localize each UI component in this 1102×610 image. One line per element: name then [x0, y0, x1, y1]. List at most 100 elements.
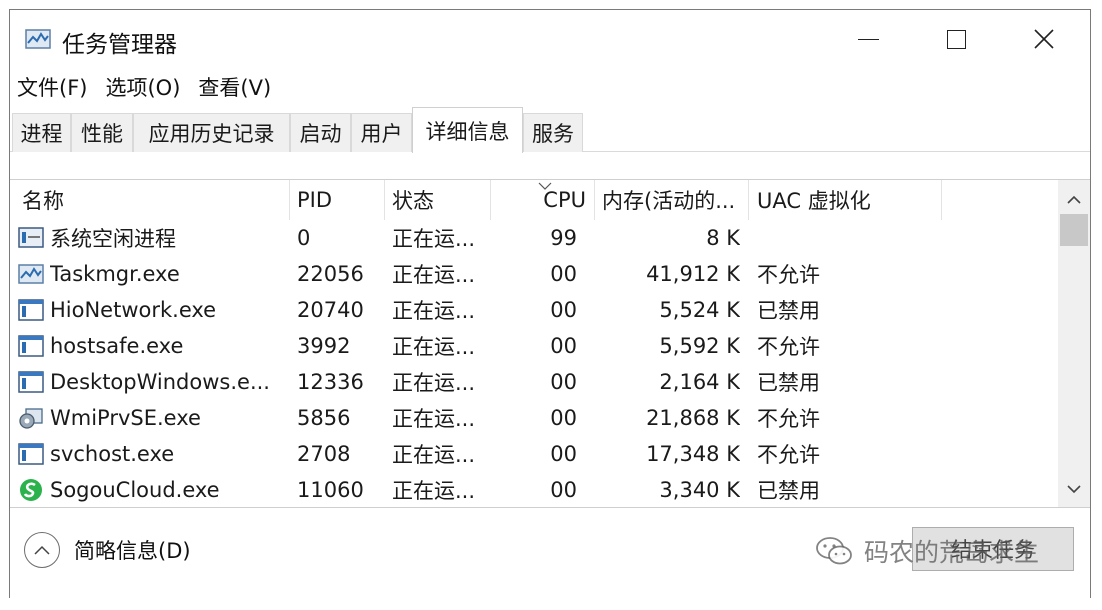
process-cpu: 00: [550, 442, 577, 466]
process-pid: 2708: [297, 442, 351, 466]
task-manager-window: 任务管理器 文件(F) 选项(O) 查看(V) 进程 性能 应用历史记录 启动 …: [9, 9, 1091, 599]
table-row[interactable]: hostsafe.exe 3992 正在运... 00 5,592 K 不允许: [10, 328, 1058, 364]
system-idle-icon: [18, 227, 44, 248]
column-header-pid[interactable]: PID: [290, 180, 385, 220]
process-memory: 8 K: [706, 226, 740, 250]
column-header-name[interactable]: 名称: [10, 180, 290, 220]
tab-strip: 进程 性能 应用历史记录 启动 用户 详细信息 服务: [10, 107, 1090, 153]
process-cpu: 00: [550, 334, 577, 358]
tab-app-history[interactable]: 应用历史记录: [133, 113, 290, 152]
process-details-table: 名称 PID 状态 CPU 内存(活动的... UAC 虚拟化 系统空闲进程 0…: [10, 180, 1090, 507]
process-status: 正在运...: [392, 335, 476, 359]
app-window-icon: [18, 443, 44, 465]
process-uac: 不允许: [757, 263, 820, 287]
fewer-details-button[interactable]: [24, 532, 60, 568]
process-cpu: 00: [550, 298, 577, 322]
process-status: 正在运...: [392, 227, 476, 251]
scroll-up-button[interactable]: [1058, 182, 1090, 216]
process-cpu: 00: [550, 262, 577, 286]
table-row[interactable]: Taskmgr.exe 22056 正在运... 00 41,912 K 不允许: [10, 256, 1058, 292]
tab-processes[interactable]: 进程: [12, 113, 71, 152]
app-window-icon: [18, 299, 44, 321]
chevron-up-icon: [1067, 195, 1081, 204]
process-memory: 5,592 K: [659, 334, 740, 358]
menu-view[interactable]: 查看(V): [198, 72, 271, 102]
process-status: 正在运...: [392, 479, 476, 503]
sogou-icon: [20, 479, 42, 501]
process-status: 正在运...: [392, 443, 476, 467]
minimize-icon: [857, 38, 879, 40]
process-name: SogouCloud.exe: [50, 478, 220, 502]
process-status: 正在运...: [392, 299, 476, 323]
table-row[interactable]: svchost.exe 2708 正在运... 00 17,348 K 不允许: [10, 436, 1058, 472]
scrollbar-thumb[interactable]: [1060, 214, 1088, 246]
chevron-down-icon: [1067, 484, 1081, 493]
column-header-uac[interactable]: UAC 虚拟化: [749, 180, 942, 220]
wechat-watermark: 码农的荒岛求生: [814, 532, 1039, 570]
close-button[interactable]: [1004, 10, 1084, 68]
process-uac: 不允许: [757, 335, 820, 359]
process-cpu: 99: [550, 226, 577, 250]
process-pid: 20740: [297, 298, 364, 322]
wmi-gear-icon: [19, 408, 43, 429]
process-name: HioNetwork.exe: [50, 298, 217, 322]
process-memory: 17,348 K: [646, 442, 740, 466]
table-row[interactable]: HioNetwork.exe 20740 正在运... 00 5,524 K 已…: [10, 292, 1058, 328]
fewer-details-link[interactable]: 简略信息(D): [74, 535, 191, 565]
process-uac: 不允许: [757, 407, 820, 431]
tab-performance[interactable]: 性能: [71, 113, 133, 152]
process-pid: 3992: [297, 334, 351, 358]
task-manager-icon: [18, 264, 44, 284]
close-icon: [1034, 29, 1054, 49]
watermark-text: 码农的荒岛求生: [864, 538, 1040, 567]
process-name: WmiPrvSE.exe: [50, 406, 201, 430]
table-row[interactable]: SogouCloud.exe 11060 正在运... 00 3,340 K 已…: [10, 472, 1058, 507]
process-name: DesktopWindows.e...: [50, 370, 270, 394]
maximize-icon: [946, 29, 966, 49]
process-name: svchost.exe: [50, 442, 175, 466]
tab-details[interactable]: 详细信息: [412, 107, 523, 153]
scroll-down-button[interactable]: [1058, 472, 1090, 506]
process-status: 正在运...: [392, 263, 476, 287]
process-memory: 3,340 K: [659, 478, 740, 502]
menu-options[interactable]: 选项(O): [105, 72, 180, 102]
process-status: 正在运...: [392, 407, 476, 431]
wechat-icon: [816, 537, 852, 565]
table-row[interactable]: DesktopWindows.e... 12336 正在运... 00 2,16…: [10, 364, 1058, 400]
column-header-row: 名称 PID 状态 CPU 内存(活动的... UAC 虚拟化: [10, 180, 1058, 220]
app-window-icon: [18, 335, 44, 357]
table-row[interactable]: 系统空闲进程 0 正在运... 99 8 K: [10, 220, 1058, 256]
toolbar-strip: [10, 152, 1090, 180]
tab-users[interactable]: 用户: [351, 113, 412, 152]
process-pid: 0: [297, 226, 311, 250]
column-header-status[interactable]: 状态: [385, 180, 491, 220]
process-uac: [757, 220, 942, 256]
process-uac: 已禁用: [757, 479, 820, 503]
tab-startup[interactable]: 启动: [290, 113, 351, 152]
process-memory: 5,524 K: [659, 298, 740, 322]
menu-file[interactable]: 文件(F): [17, 72, 87, 102]
title-bar[interactable]: 任务管理器: [10, 10, 1090, 68]
process-pid: 22056: [297, 262, 364, 286]
vertical-scrollbar[interactable]: [1058, 180, 1090, 507]
table-row[interactable]: WmiPrvSE.exe 5856 正在运... 00 21,868 K 不允许: [10, 400, 1058, 436]
process-pid: 11060: [297, 478, 364, 502]
task-manager-icon: [25, 29, 51, 49]
tab-services[interactable]: 服务: [523, 113, 583, 152]
process-name: 系统空闲进程: [50, 227, 176, 251]
process-pid: 12336: [297, 370, 364, 394]
minimize-button[interactable]: [828, 10, 908, 68]
process-cpu: 00: [550, 406, 577, 430]
process-uac: 已禁用: [757, 371, 820, 395]
footer-bar: 简略信息(D) 结束任务 码农的荒岛求生: [10, 507, 1090, 599]
maximize-button[interactable]: [916, 10, 996, 68]
column-header-memory[interactable]: 内存(活动的...: [595, 180, 749, 220]
sort-descending-icon: [538, 182, 552, 190]
process-pid: 5856: [297, 406, 351, 430]
chevron-up-icon: [34, 545, 50, 555]
process-status: 正在运...: [392, 371, 476, 395]
process-cpu: 00: [550, 370, 577, 394]
app-window-icon: [18, 371, 44, 393]
process-cpu: 00: [550, 478, 577, 502]
process-memory: 2,164 K: [659, 370, 740, 394]
